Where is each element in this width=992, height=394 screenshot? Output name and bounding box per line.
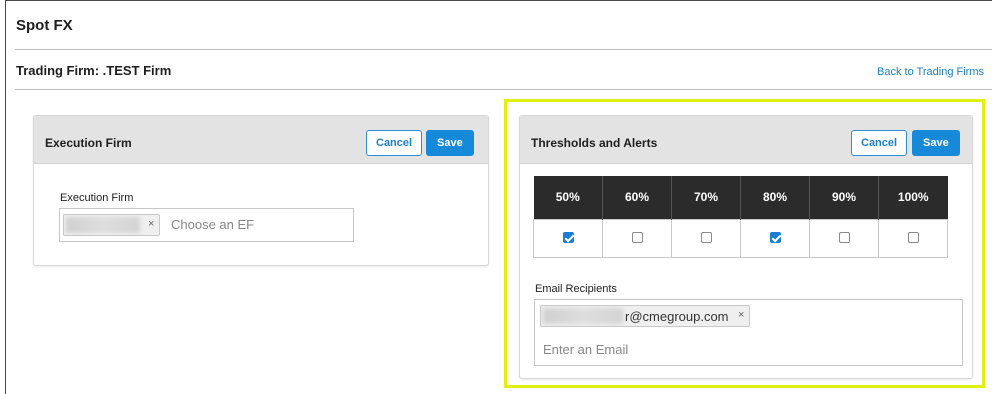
- spot-fx-window: Spot FX Trading Firm: .TEST Firm Back to…: [5, 0, 992, 394]
- panel-title: Execution Firm: [45, 136, 132, 150]
- back-to-trading-firms-link[interactable]: Back to Trading Firms: [877, 66, 984, 78]
- page-title: Spot FX: [16, 17, 73, 34]
- execution-firm-label: Execution Firm: [60, 192, 134, 204]
- highlight-box: [504, 99, 985, 388]
- trading-firm-title: Trading Firm: .TEST Firm: [16, 63, 172, 78]
- cancel-button[interactable]: Cancel: [366, 130, 423, 156]
- selected-firm-chip: ×: [63, 214, 160, 236]
- save-button[interactable]: Save: [426, 130, 474, 156]
- divider: [15, 49, 992, 50]
- redacted-text: [66, 217, 140, 233]
- execution-firm-panel-header: Execution Firm Cancel Save: [34, 116, 488, 164]
- execution-firm-panel: Execution Firm Cancel Save Execution Fir…: [33, 115, 489, 266]
- execution-firm-input[interactable]: [171, 217, 341, 232]
- divider: [15, 89, 992, 90]
- remove-chip-icon[interactable]: ×: [148, 218, 154, 230]
- execution-firm-select[interactable]: ×: [59, 208, 354, 242]
